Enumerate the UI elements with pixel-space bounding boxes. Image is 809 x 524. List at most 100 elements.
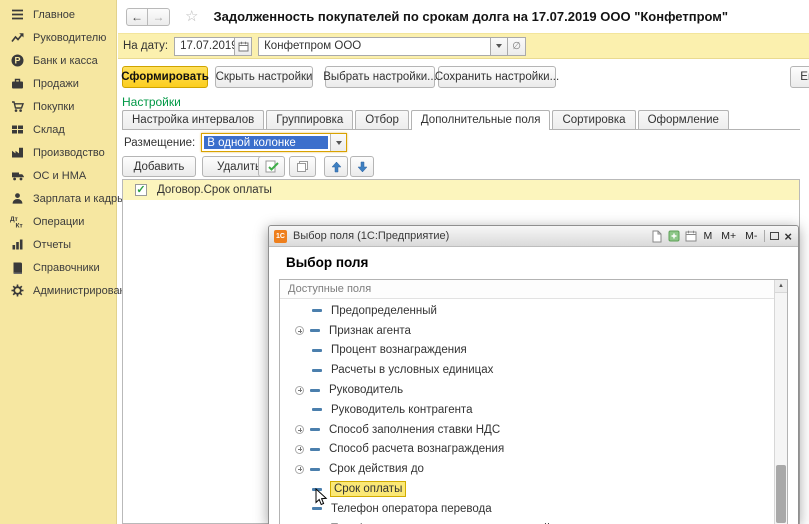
bar-chart-icon	[9, 238, 26, 251]
scale-normal-button[interactable]: М	[702, 230, 715, 242]
field-row[interactable]: ✓ Договор.Срок оплаты	[123, 180, 799, 200]
company-input[interactable]: Конфетпром ООО	[258, 37, 490, 56]
tab-dopolnitelnye-polya[interactable]: Дополнительные поля	[411, 110, 551, 129]
scrollbar-thumb[interactable]	[776, 465, 786, 523]
sidebar-item-proizvodstvo[interactable]: Производство	[0, 141, 116, 164]
list-item[interactable]: Расчеты в условных единицах	[280, 360, 773, 380]
sidebar-item-prodazhi[interactable]: Продажи	[0, 72, 116, 95]
expand-plus-icon[interactable]	[295, 425, 304, 434]
list-item[interactable]: Руководитель	[280, 380, 773, 400]
placement-combobox[interactable]: В одной колонке	[201, 133, 347, 152]
svg-text:Кт: Кт	[16, 223, 23, 228]
tab-gruppirovka[interactable]: Группировка	[266, 110, 353, 129]
sidebar-item-label: Покупки	[33, 101, 74, 113]
sidebar-item-os-i-nma[interactable]: ОС и НМА	[0, 164, 116, 187]
move-up-button[interactable]	[324, 156, 348, 177]
expand-plus-icon[interactable]	[295, 465, 304, 474]
field-row-label: Договор.Срок оплаты	[157, 184, 272, 196]
scroll-up-button[interactable]: ▲	[775, 280, 787, 293]
scrollbar[interactable]: ▲	[774, 280, 787, 524]
settings-tabs: Настройка интервалов Группировка Отбор Д…	[122, 110, 800, 130]
expand-plus-icon[interactable]	[295, 386, 304, 395]
company-field-group: Конфетпром ООО ∅	[258, 37, 526, 56]
generate-button[interactable]: Сформировать	[122, 66, 208, 88]
back-button[interactable]: ←	[126, 8, 148, 26]
maximize-button[interactable]	[770, 232, 779, 240]
expand-plus-icon[interactable]	[295, 326, 304, 335]
field-attribute-icon	[310, 329, 320, 332]
choose-settings-button[interactable]: Выбрать настройки...	[325, 66, 435, 88]
sidebar-item-label: Банк и касса	[33, 55, 98, 67]
company-link-button[interactable]: ∅	[508, 37, 526, 56]
list-item[interactable]: Способ заполнения ставки НДС	[280, 420, 773, 440]
add-field-button[interactable]: Добавить	[122, 156, 196, 177]
dialog-titlebar[interactable]: 1С Выбор поля (1С:Предприятие) М М+ М- ×	[269, 226, 798, 247]
get-link-icon[interactable]	[668, 230, 680, 242]
uncheck-all-button[interactable]	[289, 156, 316, 177]
sidebar-item-zarplata-i-kadry[interactable]: Зарплата и кадры	[0, 187, 116, 210]
sidebar-item-bank-i-kassa[interactable]: P Банк и касса	[0, 49, 116, 72]
date-input[interactable]: 17.07.2019	[174, 37, 234, 56]
field-attribute-icon	[312, 488, 322, 491]
save-settings-button[interactable]: Сохранить настройки...	[438, 66, 556, 88]
forward-button[interactable]: →	[148, 8, 170, 26]
tab-otbor[interactable]: Отбор	[355, 110, 409, 129]
field-attribute-icon	[310, 468, 320, 471]
field-attribute-icon	[312, 369, 322, 372]
check-all-button[interactable]	[258, 156, 285, 177]
sidebar-item-operacii[interactable]: ДтКт Операции	[0, 210, 116, 233]
field-attribute-icon	[312, 507, 322, 510]
arrow-down-icon	[357, 161, 368, 173]
company-dropdown-button[interactable]	[490, 37, 508, 56]
list-item-selected[interactable]: Срок оплаты	[280, 479, 773, 499]
sidebar-item-label: Справочники	[33, 262, 100, 274]
sidebar-item-spravochniki[interactable]: Справочники	[0, 256, 116, 279]
sidebar-item-glavnoe[interactable]: Главное	[0, 3, 116, 26]
back-arrow-icon: ←	[131, 10, 143, 24]
grid-icon	[9, 123, 26, 136]
list-item[interactable]: Телефон оператора перевода	[280, 499, 773, 519]
close-button[interactable]: ×	[784, 230, 792, 243]
calendar-picker-button[interactable]	[234, 37, 252, 56]
list-item[interactable]: Способ расчета вознаграждения	[280, 440, 773, 460]
page-title: Задолженность покупателей по срокам долг…	[213, 9, 728, 24]
scale-plus-button[interactable]: М+	[719, 230, 738, 242]
save-page-icon[interactable]	[651, 230, 663, 243]
list-item[interactable]: Телефон оператора по приему платежей	[280, 519, 773, 524]
move-down-button[interactable]	[350, 156, 374, 177]
list-item[interactable]: Срок действия до	[280, 459, 773, 479]
action-bar: Сформировать Скрыть настройки Выбрать на…	[118, 60, 809, 92]
placement-selected-value: В одной колонке	[204, 136, 328, 149]
trend-icon	[9, 31, 26, 44]
ruble-circle-icon: P	[9, 54, 26, 67]
sidebar-item-rukovoditelyu[interactable]: Руководителю	[0, 26, 116, 49]
favorite-star-icon[interactable]: ☆	[185, 9, 198, 24]
list-item[interactable]: Признак агента	[280, 321, 773, 341]
list-item[interactable]: Процент вознаграждения	[280, 341, 773, 361]
sidebar-item-label: ОС и НМА	[33, 170, 86, 182]
tab-sortirovka[interactable]: Сортировка	[552, 110, 635, 129]
sidebar-item-sklad[interactable]: Склад	[0, 118, 116, 141]
field-attribute-icon	[312, 309, 322, 312]
list-item[interactable]: Предопределенный	[280, 301, 773, 321]
scale-minus-button[interactable]: М-	[743, 230, 759, 242]
hide-settings-button[interactable]: Скрыть настройки	[215, 66, 313, 88]
copy-cube-icon	[296, 160, 309, 173]
sidebar-item-label: Зарплата и кадры	[33, 193, 125, 205]
expand-plus-icon[interactable]	[295, 445, 304, 454]
list-item[interactable]: Руководитель контрагента	[280, 400, 773, 420]
sidebar-item-otchety[interactable]: Отчеты	[0, 233, 116, 256]
placement-row: Размещение: В одной колонке	[124, 133, 347, 152]
truck-icon	[9, 169, 26, 182]
field-attribute-icon	[310, 428, 320, 431]
field-checkbox[interactable]: ✓	[135, 184, 147, 196]
sidebar-item-administrirovanie[interactable]: Администрирование	[0, 279, 116, 302]
tab-nastroyka-intervalov[interactable]: Настройка интервалов	[122, 110, 264, 129]
more-button[interactable]: Еще	[790, 66, 809, 88]
sidebar-item-pokupki[interactable]: Покупки	[0, 95, 116, 118]
placement-dropdown-button[interactable]	[330, 134, 346, 151]
available-fields-items: Предопределенный Признак агента Процент …	[280, 299, 773, 524]
tab-oformlenie[interactable]: Оформление	[638, 110, 729, 129]
filter-bar: На дату: 17.07.2019 Конфетпром ООО ∅	[118, 33, 809, 59]
calendar-icon[interactable]	[685, 230, 697, 242]
